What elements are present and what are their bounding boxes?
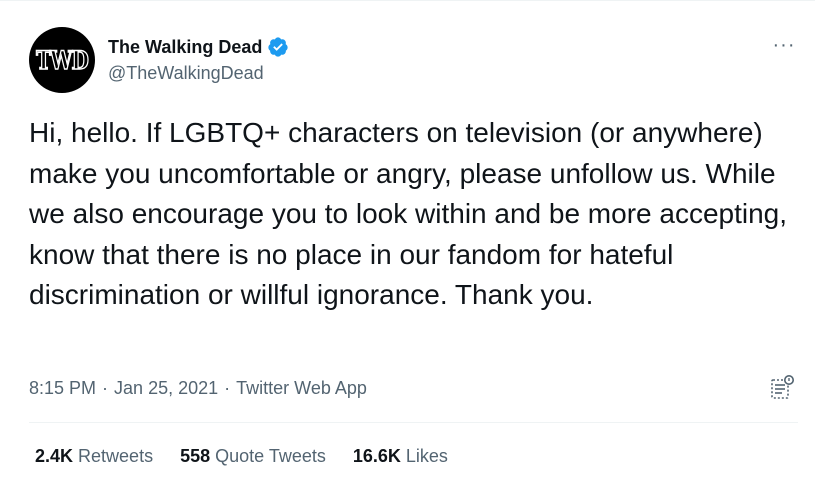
quote-tweets-count: 558 <box>180 445 211 466</box>
avatar-logo-text: TWD <box>36 44 90 76</box>
likes-count: 16.6K <box>352 445 401 466</box>
more-options-icon[interactable]: ··· <box>770 31 798 59</box>
author-handle[interactable]: @TheWalkingDead <box>108 63 264 84</box>
avatar[interactable]: TWD <box>29 27 95 93</box>
verified-badge-icon <box>267 36 289 58</box>
tweet-meta: 8:15 PM · Jan 25, 2021 · Twitter Web App <box>29 375 367 401</box>
tweet-card: TWD The Walking Dead @TheWalkingDead ···… <box>0 0 815 492</box>
engagement-stats: 2.4K Retweets 558 Quote Tweets 16.6K Lik… <box>35 443 475 469</box>
tweet-source[interactable]: Twitter Web App <box>236 378 367 399</box>
tweet-date[interactable]: Jan 25, 2021 <box>114 378 218 399</box>
display-name[interactable]: The Walking Dead <box>108 37 262 58</box>
meta-separator: · <box>102 377 109 398</box>
meta-separator: · <box>224 377 231 398</box>
author-name-row: The Walking Dead <box>108 35 289 59</box>
likes-stat[interactable]: 16.6K Likes <box>353 446 448 467</box>
retweets-label: Retweets <box>78 445 154 466</box>
retweets-count: 2.4K <box>35 445 74 466</box>
quote-tweets-stat[interactable]: 558 Quote Tweets <box>180 446 326 467</box>
tweet-text: Hi, hello. If LGBTQ+ characters on telev… <box>29 117 788 310</box>
divider <box>29 422 798 423</box>
retweets-stat[interactable]: 2.4K Retweets <box>35 446 153 467</box>
quote-tweets-label: Quote Tweets <box>215 445 326 466</box>
tweet-time[interactable]: 8:15 PM <box>29 378 96 399</box>
analytics-icon[interactable] <box>770 373 796 401</box>
likes-label: Likes <box>405 445 448 466</box>
